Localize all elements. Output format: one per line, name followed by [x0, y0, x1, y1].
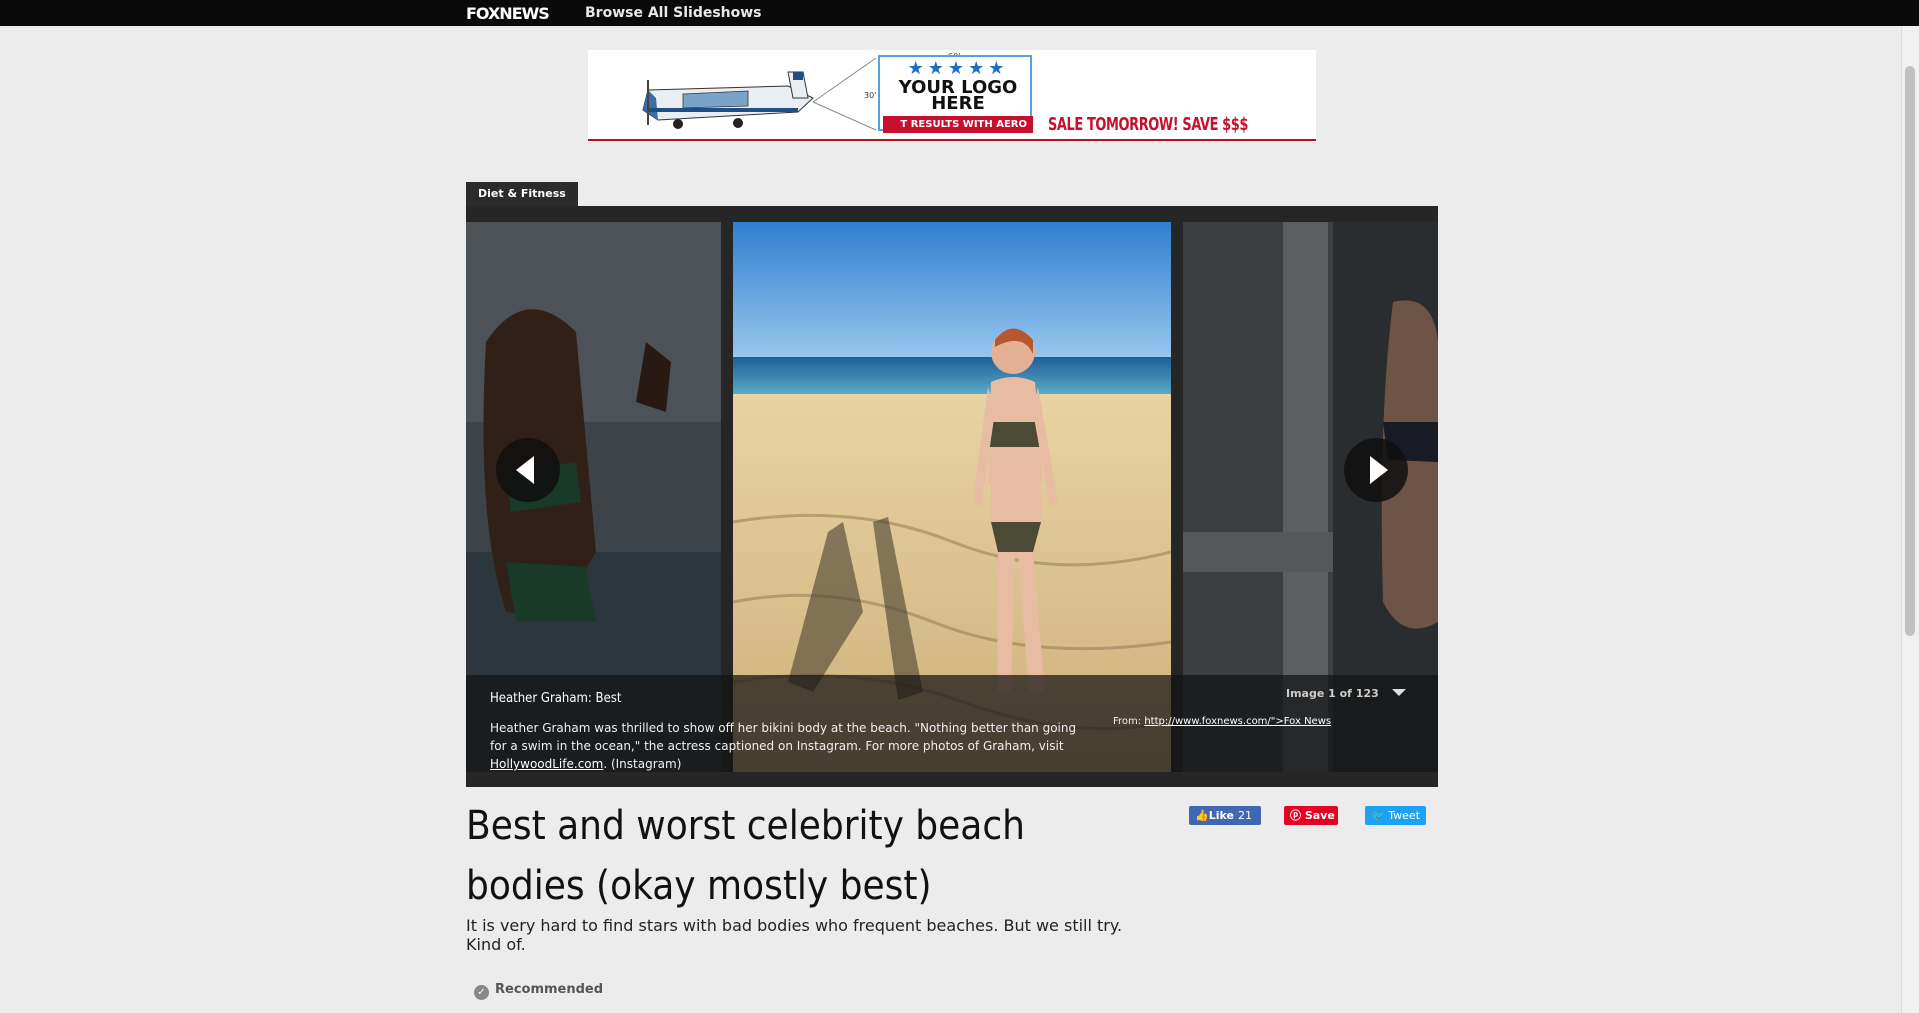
- image-counter: Image 1 of 123: [1286, 687, 1379, 700]
- top-navigation-bar: FOXNEWS Browse All Slideshows: [0, 0, 1919, 26]
- previous-slide-button[interactable]: [496, 438, 560, 502]
- chevron-down-icon[interactable]: [1392, 689, 1406, 696]
- chevron-left-icon: [516, 456, 534, 484]
- caption-text: Heather Graham was thrilled to show off …: [490, 721, 1077, 753]
- ad-logo-line2: HERE: [931, 93, 985, 114]
- facebook-like-button[interactable]: 👍Like 21: [1189, 806, 1261, 825]
- pinterest-icon: ⓟ: [1290, 809, 1301, 822]
- ad-sale-text: SALE TOMORROW! SAVE $$$: [1048, 114, 1249, 135]
- category-tab[interactable]: Diet & Fitness: [466, 182, 578, 206]
- twitter-bird-icon: 🐦: [1371, 809, 1385, 822]
- ad-red-band: T RESULTS WITH AERO ADS!: [883, 116, 1033, 139]
- thumbs-up-icon: 👍: [1195, 809, 1209, 822]
- slideshow-gallery: Heather Graham: Best Heather Graham was …: [466, 206, 1438, 787]
- badge-check-icon: ✓: [474, 985, 489, 1000]
- next-slide-button[interactable]: [1344, 438, 1408, 502]
- browse-all-slideshows-link[interactable]: Browse All Slideshows: [585, 5, 762, 21]
- advertisement-banner[interactable]: 60' 30' ★★★★★ YOUR LOGO HERE T RESULTS W…: [588, 50, 1316, 141]
- caption-title: Heather Graham: Best: [490, 691, 622, 706]
- caption-body: Heather Graham was thrilled to show off …: [490, 719, 1080, 773]
- like-count: 21: [1237, 809, 1252, 822]
- recommended-label: Recommended: [495, 982, 604, 997]
- ad-stars: ★★★★★: [907, 58, 1009, 79]
- tweet-label: Tweet: [1388, 809, 1420, 822]
- recommended-section[interactable]: ✓ Recommended: [474, 982, 603, 1000]
- image-source: From: http://www.foxnews.com/">Fox News: [1113, 716, 1331, 727]
- vertical-scrollbar[interactable]: [1901, 26, 1919, 1013]
- article-dek: It is very hard to find stars with bad b…: [466, 916, 1123, 954]
- article-headline: Best and worst celebrity beach bodies (o…: [466, 803, 1025, 909]
- like-label: Like: [1208, 809, 1234, 822]
- caption-credit: . (Instagram): [603, 757, 682, 771]
- svg-text:30': 30': [864, 91, 876, 100]
- pinterest-save-button[interactable]: ⓟ Save: [1284, 806, 1338, 825]
- foxnews-logo[interactable]: FOXNEWS: [466, 4, 550, 23]
- tweet-button[interactable]: 🐦 Tweet: [1365, 806, 1426, 825]
- ad-logo-text: YOUR LOGO HERE: [888, 79, 1028, 114]
- source-prefix: From:: [1113, 716, 1145, 727]
- scrollbar-thumb[interactable]: [1905, 66, 1915, 636]
- chevron-right-icon: [1370, 456, 1388, 484]
- caption-panel: Heather Graham: Best Heather Graham was …: [466, 675, 1438, 772]
- source-link[interactable]: http://www.foxnews.com/">Fox News: [1144, 716, 1331, 727]
- save-label: Save: [1304, 809, 1335, 822]
- hollywoodlife-link[interactable]: HollywoodLife.com: [490, 757, 603, 771]
